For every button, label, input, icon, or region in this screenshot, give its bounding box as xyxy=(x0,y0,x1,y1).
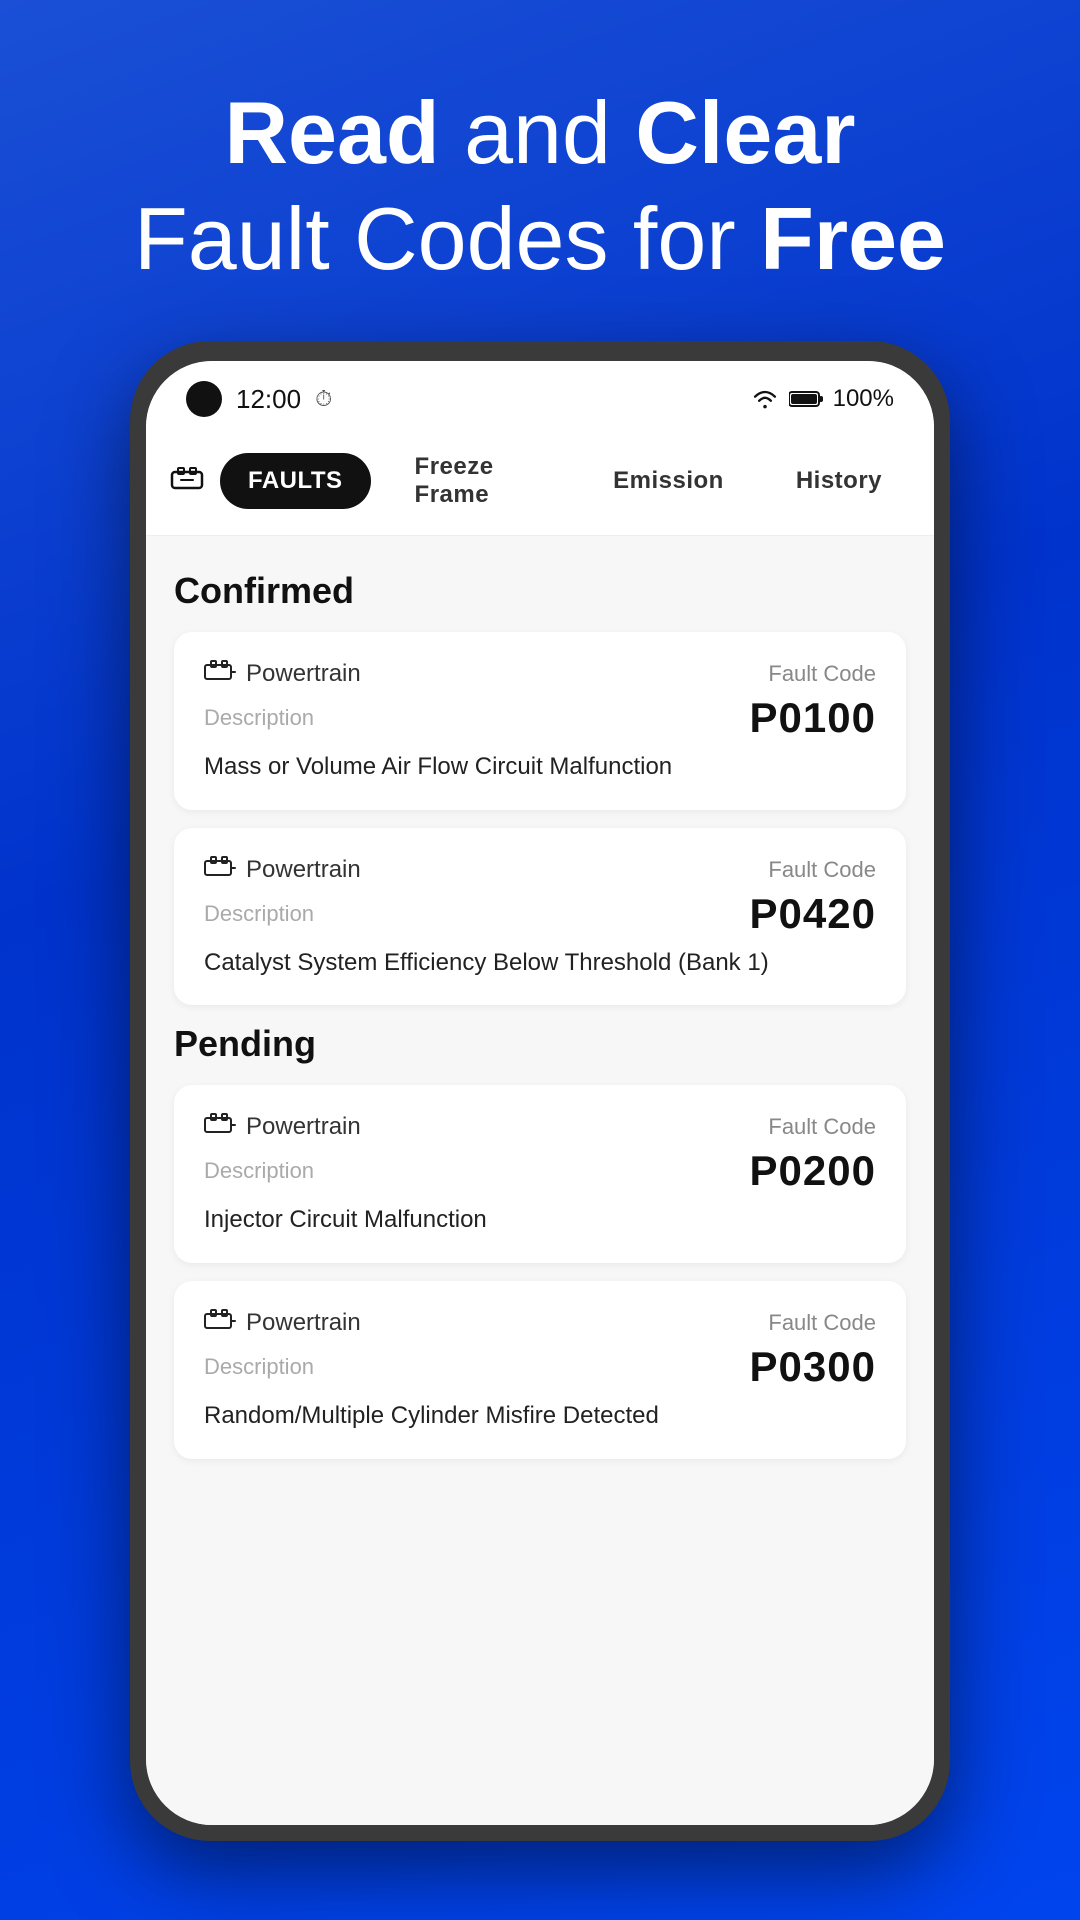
section-confirmed: Confirmed xyxy=(174,570,906,612)
fault-card-p0300[interactable]: Powertrain Fault Code Description P0300 … xyxy=(174,1281,906,1459)
status-time: 12:00 xyxy=(236,384,301,415)
fault-code-p0200: P0200 xyxy=(750,1147,876,1195)
fault-card-p0420[interactable]: Powertrain Fault Code Description P0420 … xyxy=(174,828,906,1006)
section-pending: Pending xyxy=(174,1023,906,1065)
fault-card-p0200[interactable]: Powertrain Fault Code Description P0200 … xyxy=(174,1085,906,1263)
fault-desc-p0200: Injector Circuit Malfunction xyxy=(204,1203,876,1237)
tab-faults[interactable]: Faults xyxy=(220,453,371,509)
hero-section: Read and Clear Fault Codes for Free xyxy=(74,80,1006,291)
system-powertrain-2: Powertrain xyxy=(204,854,361,886)
system-powertrain-3: Powertrain xyxy=(204,1111,361,1143)
battery-text: 100% xyxy=(833,385,894,413)
hero-free: Free xyxy=(760,189,946,288)
fault-card-p0100[interactable]: Powertrain Fault Code Description P0100 … xyxy=(174,632,906,810)
hero-clear: Clear xyxy=(635,83,855,182)
tab-history[interactable]: History xyxy=(768,453,910,509)
fault-list[interactable]: Confirmed Powertrain xyxy=(146,536,934,1825)
tab-bar: Faults Freeze Frame Emission History xyxy=(146,427,934,536)
system-powertrain-4: Powertrain xyxy=(204,1307,361,1339)
status-left: 12:00 ⏱ xyxy=(186,381,332,417)
system-powertrain-1: Powertrain xyxy=(204,658,361,690)
phone-screen: 12:00 ⏱ 100% xyxy=(146,361,934,1825)
fault-desc-p0100: Mass or Volume Air Flow Circuit Malfunct… xyxy=(204,750,876,784)
fault-desc-p0300: Random/Multiple Cylinder Misfire Detecte… xyxy=(204,1399,876,1433)
tab-emission[interactable]: Emission xyxy=(585,453,752,509)
battery-icon xyxy=(789,390,823,408)
fault-code-p0300: P0300 xyxy=(750,1343,876,1391)
hero-and: and xyxy=(464,83,635,182)
hero-read: Read xyxy=(224,83,439,182)
engine-icon-3 xyxy=(204,1111,236,1143)
wifi-icon xyxy=(751,389,779,409)
camera-icon xyxy=(186,381,222,417)
engine-icon-2 xyxy=(204,854,236,886)
phone-notch xyxy=(480,341,600,359)
fault-desc-p0420: Catalyst System Efficiency Below Thresho… xyxy=(204,946,876,980)
hero-subtitle: Fault Codes for xyxy=(134,189,760,288)
engine-icon-1 xyxy=(204,658,236,690)
timer-icon: ⏱ xyxy=(315,386,332,412)
fault-code-p0100: P0100 xyxy=(750,694,876,742)
obd-icon xyxy=(170,464,204,499)
phone-device: 12:00 ⏱ 100% xyxy=(130,341,950,1841)
tab-freeze-frame[interactable]: Freeze Frame xyxy=(387,439,570,523)
status-right: 100% xyxy=(751,385,894,413)
engine-icon-4 xyxy=(204,1307,236,1339)
fault-code-p0420: P0420 xyxy=(750,890,876,938)
status-bar: 12:00 ⏱ 100% xyxy=(146,361,934,427)
